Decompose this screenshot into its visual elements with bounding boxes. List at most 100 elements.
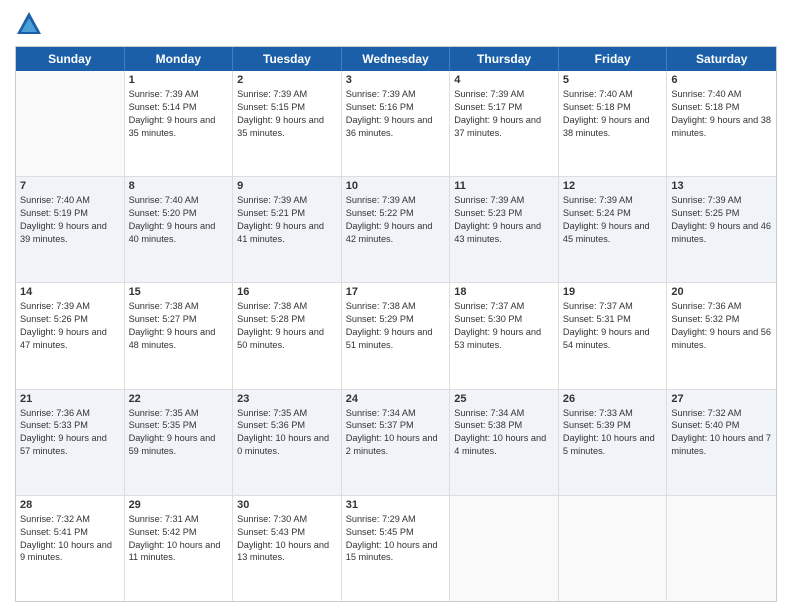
calendar-cell: 19Sunrise: 7:37 AMSunset: 5:31 PMDayligh…	[559, 283, 668, 388]
day-number: 7	[20, 180, 120, 192]
page: SundayMondayTuesdayWednesdayThursdayFrid…	[0, 0, 792, 612]
calendar-cell: 11Sunrise: 7:39 AMSunset: 5:23 PMDayligh…	[450, 177, 559, 282]
calendar-cell: 28Sunrise: 7:32 AMSunset: 5:41 PMDayligh…	[16, 496, 125, 601]
cell-info-line: Sunset: 5:45 PM	[346, 526, 446, 539]
cell-info-line: Sunrise: 7:35 AM	[237, 407, 337, 420]
day-number: 17	[346, 286, 446, 298]
calendar-cell: 9Sunrise: 7:39 AMSunset: 5:21 PMDaylight…	[233, 177, 342, 282]
cell-info-line: Daylight: 9 hours and 35 minutes.	[129, 114, 229, 140]
day-number: 5	[563, 74, 663, 86]
calendar-row: 21Sunrise: 7:36 AMSunset: 5:33 PMDayligh…	[16, 390, 776, 496]
cell-info-line: Sunset: 5:22 PM	[346, 207, 446, 220]
cell-info-line: Sunset: 5:19 PM	[20, 207, 120, 220]
calendar-row: 28Sunrise: 7:32 AMSunset: 5:41 PMDayligh…	[16, 496, 776, 601]
calendar-header-cell: Wednesday	[342, 47, 451, 71]
cell-info-line: Daylight: 10 hours and 11 minutes.	[129, 539, 229, 565]
cell-info-line: Daylight: 9 hours and 43 minutes.	[454, 220, 554, 246]
cell-info-line: Daylight: 9 hours and 50 minutes.	[237, 326, 337, 352]
cell-info-line: Daylight: 10 hours and 9 minutes.	[20, 539, 120, 565]
calendar-cell: 16Sunrise: 7:38 AMSunset: 5:28 PMDayligh…	[233, 283, 342, 388]
cell-info-line: Sunrise: 7:32 AM	[671, 407, 772, 420]
cell-info-line: Daylight: 9 hours and 56 minutes.	[671, 326, 772, 352]
cell-info-line: Sunrise: 7:37 AM	[563, 300, 663, 313]
day-number: 27	[671, 393, 772, 405]
calendar-row: 14Sunrise: 7:39 AMSunset: 5:26 PMDayligh…	[16, 283, 776, 389]
day-number: 10	[346, 180, 446, 192]
day-number: 18	[454, 286, 554, 298]
cell-info-line: Sunset: 5:42 PM	[129, 526, 229, 539]
cell-info-line: Daylight: 9 hours and 51 minutes.	[346, 326, 446, 352]
day-number: 20	[671, 286, 772, 298]
calendar-header-cell: Saturday	[667, 47, 776, 71]
cell-info-line: Sunset: 5:14 PM	[129, 101, 229, 114]
cell-info-line: Sunrise: 7:36 AM	[671, 300, 772, 313]
cell-info-line: Daylight: 9 hours and 36 minutes.	[346, 114, 446, 140]
day-number: 2	[237, 74, 337, 86]
calendar-header-cell: Monday	[125, 47, 234, 71]
cell-info-line: Daylight: 9 hours and 42 minutes.	[346, 220, 446, 246]
cell-info-line: Sunset: 5:36 PM	[237, 419, 337, 432]
cell-info-line: Sunset: 5:35 PM	[129, 419, 229, 432]
cell-info-line: Daylight: 9 hours and 38 minutes.	[671, 114, 772, 140]
cell-info-line: Daylight: 9 hours and 46 minutes.	[671, 220, 772, 246]
cell-info-line: Sunrise: 7:39 AM	[346, 194, 446, 207]
calendar-cell: 31Sunrise: 7:29 AMSunset: 5:45 PMDayligh…	[342, 496, 451, 601]
calendar-cell: 5Sunrise: 7:40 AMSunset: 5:18 PMDaylight…	[559, 71, 668, 176]
cell-info-line: Daylight: 10 hours and 5 minutes.	[563, 432, 663, 458]
calendar-header-row: SundayMondayTuesdayWednesdayThursdayFrid…	[16, 47, 776, 71]
calendar-cell	[450, 496, 559, 601]
day-number: 8	[129, 180, 229, 192]
cell-info-line: Sunrise: 7:34 AM	[346, 407, 446, 420]
calendar-row: 1Sunrise: 7:39 AMSunset: 5:14 PMDaylight…	[16, 71, 776, 177]
day-number: 13	[671, 180, 772, 192]
cell-info-line: Sunset: 5:29 PM	[346, 313, 446, 326]
cell-info-line: Sunset: 5:40 PM	[671, 419, 772, 432]
cell-info-line: Sunrise: 7:40 AM	[129, 194, 229, 207]
calendar-cell: 18Sunrise: 7:37 AMSunset: 5:30 PMDayligh…	[450, 283, 559, 388]
cell-info-line: Daylight: 9 hours and 39 minutes.	[20, 220, 120, 246]
day-number: 26	[563, 393, 663, 405]
cell-info-line: Sunset: 5:21 PM	[237, 207, 337, 220]
cell-info-line: Sunrise: 7:30 AM	[237, 513, 337, 526]
cell-info-line: Sunset: 5:43 PM	[237, 526, 337, 539]
cell-info-line: Sunrise: 7:39 AM	[454, 88, 554, 101]
calendar-cell: 6Sunrise: 7:40 AMSunset: 5:18 PMDaylight…	[667, 71, 776, 176]
cell-info-line: Sunset: 5:41 PM	[20, 526, 120, 539]
cell-info-line: Sunrise: 7:40 AM	[671, 88, 772, 101]
day-number: 14	[20, 286, 120, 298]
calendar-cell: 23Sunrise: 7:35 AMSunset: 5:36 PMDayligh…	[233, 390, 342, 495]
cell-info-line: Sunset: 5:30 PM	[454, 313, 554, 326]
calendar-cell: 17Sunrise: 7:38 AMSunset: 5:29 PMDayligh…	[342, 283, 451, 388]
cell-info-line: Sunrise: 7:39 AM	[454, 194, 554, 207]
calendar-cell: 15Sunrise: 7:38 AMSunset: 5:27 PMDayligh…	[125, 283, 234, 388]
cell-info-line: Sunrise: 7:39 AM	[20, 300, 120, 313]
cell-info-line: Daylight: 9 hours and 40 minutes.	[129, 220, 229, 246]
cell-info-line: Sunrise: 7:39 AM	[129, 88, 229, 101]
cell-info-line: Daylight: 9 hours and 35 minutes.	[237, 114, 337, 140]
cell-info-line: Daylight: 9 hours and 38 minutes.	[563, 114, 663, 140]
cell-info-line: Daylight: 9 hours and 48 minutes.	[129, 326, 229, 352]
cell-info-line: Daylight: 10 hours and 7 minutes.	[671, 432, 772, 458]
calendar-cell: 20Sunrise: 7:36 AMSunset: 5:32 PMDayligh…	[667, 283, 776, 388]
cell-info-line: Sunrise: 7:36 AM	[20, 407, 120, 420]
cell-info-line: Daylight: 10 hours and 13 minutes.	[237, 539, 337, 565]
cell-info-line: Sunset: 5:33 PM	[20, 419, 120, 432]
day-number: 19	[563, 286, 663, 298]
calendar-cell	[16, 71, 125, 176]
logo-icon	[15, 10, 43, 38]
cell-info-line: Daylight: 9 hours and 47 minutes.	[20, 326, 120, 352]
cell-info-line: Sunset: 5:23 PM	[454, 207, 554, 220]
calendar: SundayMondayTuesdayWednesdayThursdayFrid…	[15, 46, 777, 602]
calendar-cell: 2Sunrise: 7:39 AMSunset: 5:15 PMDaylight…	[233, 71, 342, 176]
cell-info-line: Sunrise: 7:39 AM	[346, 88, 446, 101]
calendar-cell: 25Sunrise: 7:34 AMSunset: 5:38 PMDayligh…	[450, 390, 559, 495]
day-number: 9	[237, 180, 337, 192]
cell-info-line: Sunrise: 7:34 AM	[454, 407, 554, 420]
cell-info-line: Sunset: 5:16 PM	[346, 101, 446, 114]
cell-info-line: Sunset: 5:24 PM	[563, 207, 663, 220]
calendar-cell: 7Sunrise: 7:40 AMSunset: 5:19 PMDaylight…	[16, 177, 125, 282]
day-number: 22	[129, 393, 229, 405]
cell-info-line: Sunrise: 7:38 AM	[129, 300, 229, 313]
day-number: 6	[671, 74, 772, 86]
cell-info-line: Sunset: 5:25 PM	[671, 207, 772, 220]
